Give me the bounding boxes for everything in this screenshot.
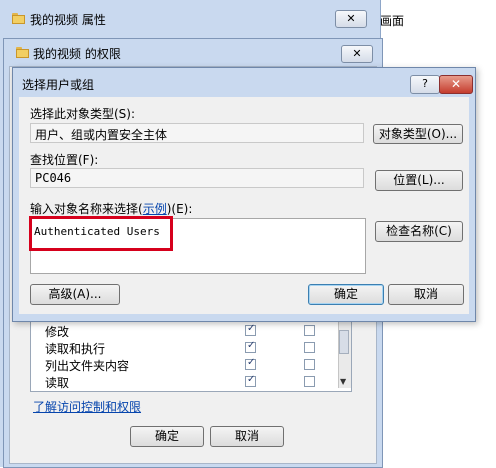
deny-checkbox[interactable] — [304, 376, 315, 387]
locations-button[interactable]: 位置(L)... — [375, 170, 463, 191]
permissions-close-button[interactable]: ✕ — [341, 45, 373, 63]
dialog-cancel-button[interactable]: 取消 — [388, 284, 464, 305]
deny-checkbox[interactable] — [304, 325, 315, 336]
allow-checkbox[interactable] — [245, 323, 256, 336]
deny-checkbox[interactable] — [304, 342, 315, 353]
object-type-field: 用户、组或内置安全主体 — [30, 123, 364, 143]
permissions-cancel-button[interactable]: 取消 — [210, 426, 284, 447]
permission-label: 修改 — [45, 325, 70, 339]
dialog-ok-button[interactable]: 确定 — [308, 284, 384, 305]
enter-names-prefix: 输入对象名称来选择( — [30, 202, 143, 216]
help-button[interactable]: ? — [410, 75, 440, 94]
permission-label: 读取 — [45, 376, 70, 390]
enter-names-label: 输入对象名称来选择(示例)(E): — [30, 200, 192, 217]
access-control-help-link[interactable]: 了解访问控制和权限 — [33, 398, 141, 415]
examples-link[interactable]: 示例 — [143, 202, 167, 216]
allow-checkbox[interactable] — [245, 357, 256, 370]
permission-label: 列出文件夹内容 — [45, 359, 130, 373]
background-text-fragment: 画面 — [380, 14, 405, 28]
deny-checkbox[interactable] — [304, 359, 315, 370]
permissions-ok-button[interactable]: 确定 — [130, 426, 204, 447]
allow-checkbox[interactable] — [245, 340, 256, 353]
dialog-close-button[interactable]: ✕ — [439, 75, 473, 94]
advanced-button[interactable]: 高级(A)... — [30, 284, 120, 305]
object-names-value: Authenticated Users — [34, 225, 160, 238]
check-names-button[interactable]: 检查名称(C) — [375, 221, 463, 242]
permissions-window-title: 我的视频 的权限 — [33, 47, 121, 61]
folder-icon — [16, 47, 29, 58]
scrollbar-thumb[interactable] — [339, 330, 349, 354]
location-label: 查找位置(F): — [30, 153, 99, 167]
properties-close-button[interactable]: ✕ — [335, 10, 367, 28]
location-field: PC046 — [30, 168, 364, 188]
allow-checkbox[interactable] — [245, 374, 256, 387]
folder-icon — [12, 13, 25, 24]
permission-label: 读取和执行 — [45, 342, 106, 356]
enter-names-suffix: )(E): — [166, 202, 193, 216]
object-type-label: 选择此对象类型(S): — [30, 107, 136, 121]
properties-window-title: 我的视频 属性 — [30, 13, 106, 27]
object-types-button[interactable]: 对象类型(O)... — [373, 124, 463, 144]
dialog-title: 选择用户或组 — [22, 78, 95, 92]
scroll-down-icon[interactable]: ▼ — [340, 377, 346, 386]
permissions-list: 修改 读取和执行 列出文件夹内容 读取 — [30, 316, 352, 392]
